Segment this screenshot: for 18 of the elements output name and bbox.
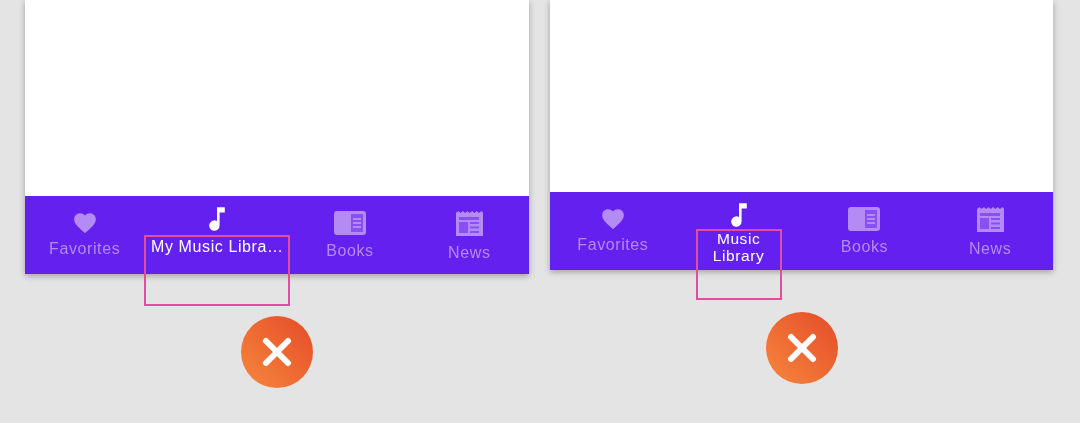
heart-icon [599,206,626,230]
nav-tab[interactable]: News [409,196,529,306]
nav-tab[interactable]: Favorites [25,196,145,306]
close-icon [786,333,817,363]
nav-tab[interactable]: My Music Libra… [144,196,291,306]
nav-tab[interactable]: News [927,192,1053,300]
music-note-icon [208,206,227,232]
close-icon [262,337,292,367]
newspaper-icon [455,210,484,238]
book-icon [848,206,881,232]
nav-tab[interactable]: Books [290,196,410,306]
book-icon [334,210,366,236]
nav-tab[interactable]: Favorites [550,192,676,300]
nav-tab[interactable]: Music Library [675,192,802,300]
music-note-icon [729,202,748,228]
nav-tab[interactable]: Books [801,192,928,300]
newspaper-icon [976,206,1005,234]
heart-icon [71,210,98,234]
